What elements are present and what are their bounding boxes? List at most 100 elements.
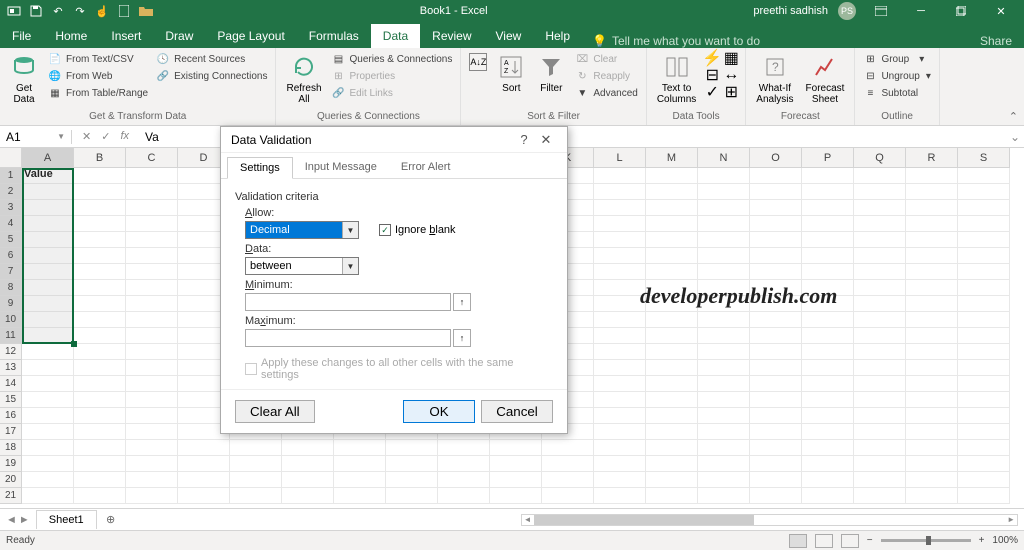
cell[interactable]: [802, 408, 854, 424]
cell[interactable]: [646, 392, 698, 408]
ok-button[interactable]: OK: [403, 400, 475, 423]
cell[interactable]: [698, 440, 750, 456]
cell[interactable]: [74, 408, 126, 424]
cell[interactable]: [958, 280, 1010, 296]
cell[interactable]: [906, 264, 958, 280]
cell[interactable]: [74, 200, 126, 216]
cell[interactable]: [594, 200, 646, 216]
data-dropdown[interactable]: between ▼: [245, 257, 359, 275]
sort-button[interactable]: AZ Sort: [493, 51, 529, 101]
row-header[interactable]: 15: [0, 392, 22, 408]
column-header[interactable]: P: [802, 148, 854, 168]
cell[interactable]: [74, 168, 126, 184]
cell[interactable]: [698, 216, 750, 232]
cell[interactable]: [958, 184, 1010, 200]
row-header[interactable]: 14: [0, 376, 22, 392]
forecast-sheet-button[interactable]: Forecast Sheet: [802, 51, 849, 107]
cell[interactable]: [22, 456, 74, 472]
cell[interactable]: [958, 168, 1010, 184]
what-if-button[interactable]: ? What-If Analysis: [752, 51, 797, 107]
cell[interactable]: [126, 408, 178, 424]
ungroup-button[interactable]: ⊟Ungroup▾: [861, 68, 932, 84]
row-header[interactable]: 4: [0, 216, 22, 232]
column-header[interactable]: Q: [854, 148, 906, 168]
cell[interactable]: [906, 232, 958, 248]
tab-help[interactable]: Help: [533, 24, 582, 48]
cell[interactable]: [906, 312, 958, 328]
cell[interactable]: [750, 248, 802, 264]
cell[interactable]: [958, 392, 1010, 408]
cell[interactable]: [74, 344, 126, 360]
cell[interactable]: [542, 456, 594, 472]
cell[interactable]: [958, 456, 1010, 472]
row-header[interactable]: 5: [0, 232, 22, 248]
row-header[interactable]: 17: [0, 424, 22, 440]
cell[interactable]: [854, 488, 906, 504]
cell[interactable]: [802, 184, 854, 200]
cell[interactable]: [854, 232, 906, 248]
column-header[interactable]: M: [646, 148, 698, 168]
cell[interactable]: [126, 392, 178, 408]
cell[interactable]: [126, 488, 178, 504]
subtotal-button[interactable]: ≡Subtotal: [861, 85, 932, 101]
cell[interactable]: [126, 440, 178, 456]
row-header[interactable]: 10: [0, 312, 22, 328]
cell[interactable]: [906, 296, 958, 312]
cell[interactable]: [594, 296, 646, 312]
cell[interactable]: [178, 472, 230, 488]
cell[interactable]: [594, 456, 646, 472]
cell[interactable]: [802, 344, 854, 360]
row-header[interactable]: 16: [0, 408, 22, 424]
maximum-input[interactable]: [245, 329, 451, 347]
cell[interactable]: [958, 248, 1010, 264]
cell[interactable]: [594, 392, 646, 408]
cell[interactable]: [750, 216, 802, 232]
cell[interactable]: [22, 264, 74, 280]
cell[interactable]: [126, 296, 178, 312]
cell[interactable]: [126, 456, 178, 472]
cell[interactable]: [854, 360, 906, 376]
allow-dropdown[interactable]: Decimal ▼: [245, 221, 359, 239]
cell[interactable]: [22, 312, 74, 328]
cell[interactable]: [126, 168, 178, 184]
cell[interactable]: [854, 392, 906, 408]
cell[interactable]: [750, 456, 802, 472]
cell[interactable]: [906, 392, 958, 408]
cell[interactable]: [646, 248, 698, 264]
consolidate-icon[interactable]: ▦: [723, 51, 739, 65]
cell[interactable]: [698, 312, 750, 328]
user-avatar[interactable]: PS: [838, 2, 856, 20]
cell[interactable]: [958, 360, 1010, 376]
cell[interactable]: [282, 472, 334, 488]
cell[interactable]: [74, 472, 126, 488]
cell[interactable]: [906, 408, 958, 424]
cell[interactable]: [230, 472, 282, 488]
range-selector-icon[interactable]: ↑: [453, 293, 471, 311]
cell[interactable]: [230, 456, 282, 472]
name-box[interactable]: A1 ▼: [0, 130, 72, 144]
cell[interactable]: [334, 440, 386, 456]
refresh-all-button[interactable]: Refresh All: [282, 51, 325, 107]
cell[interactable]: [698, 376, 750, 392]
expand-formula-bar-icon[interactable]: ⌄: [1006, 130, 1024, 144]
cell[interactable]: [854, 424, 906, 440]
cell[interactable]: [698, 264, 750, 280]
cell[interactable]: [594, 264, 646, 280]
ignore-blank-checkbox[interactable]: Ignore blank: [379, 224, 456, 236]
cell[interactable]: [542, 472, 594, 488]
cancel-button[interactable]: Cancel: [481, 400, 553, 423]
cell[interactable]: [958, 472, 1010, 488]
data-model-icon[interactable]: ⊞: [723, 85, 739, 99]
cell[interactable]: [74, 328, 126, 344]
cell[interactable]: [906, 488, 958, 504]
cell[interactable]: [854, 472, 906, 488]
cell[interactable]: [22, 424, 74, 440]
cell[interactable]: [854, 328, 906, 344]
cell[interactable]: [854, 296, 906, 312]
cell[interactable]: [750, 328, 802, 344]
cell[interactable]: [854, 408, 906, 424]
cell[interactable]: [802, 456, 854, 472]
cell[interactable]: [802, 264, 854, 280]
cell[interactable]: [490, 488, 542, 504]
cell[interactable]: [22, 392, 74, 408]
